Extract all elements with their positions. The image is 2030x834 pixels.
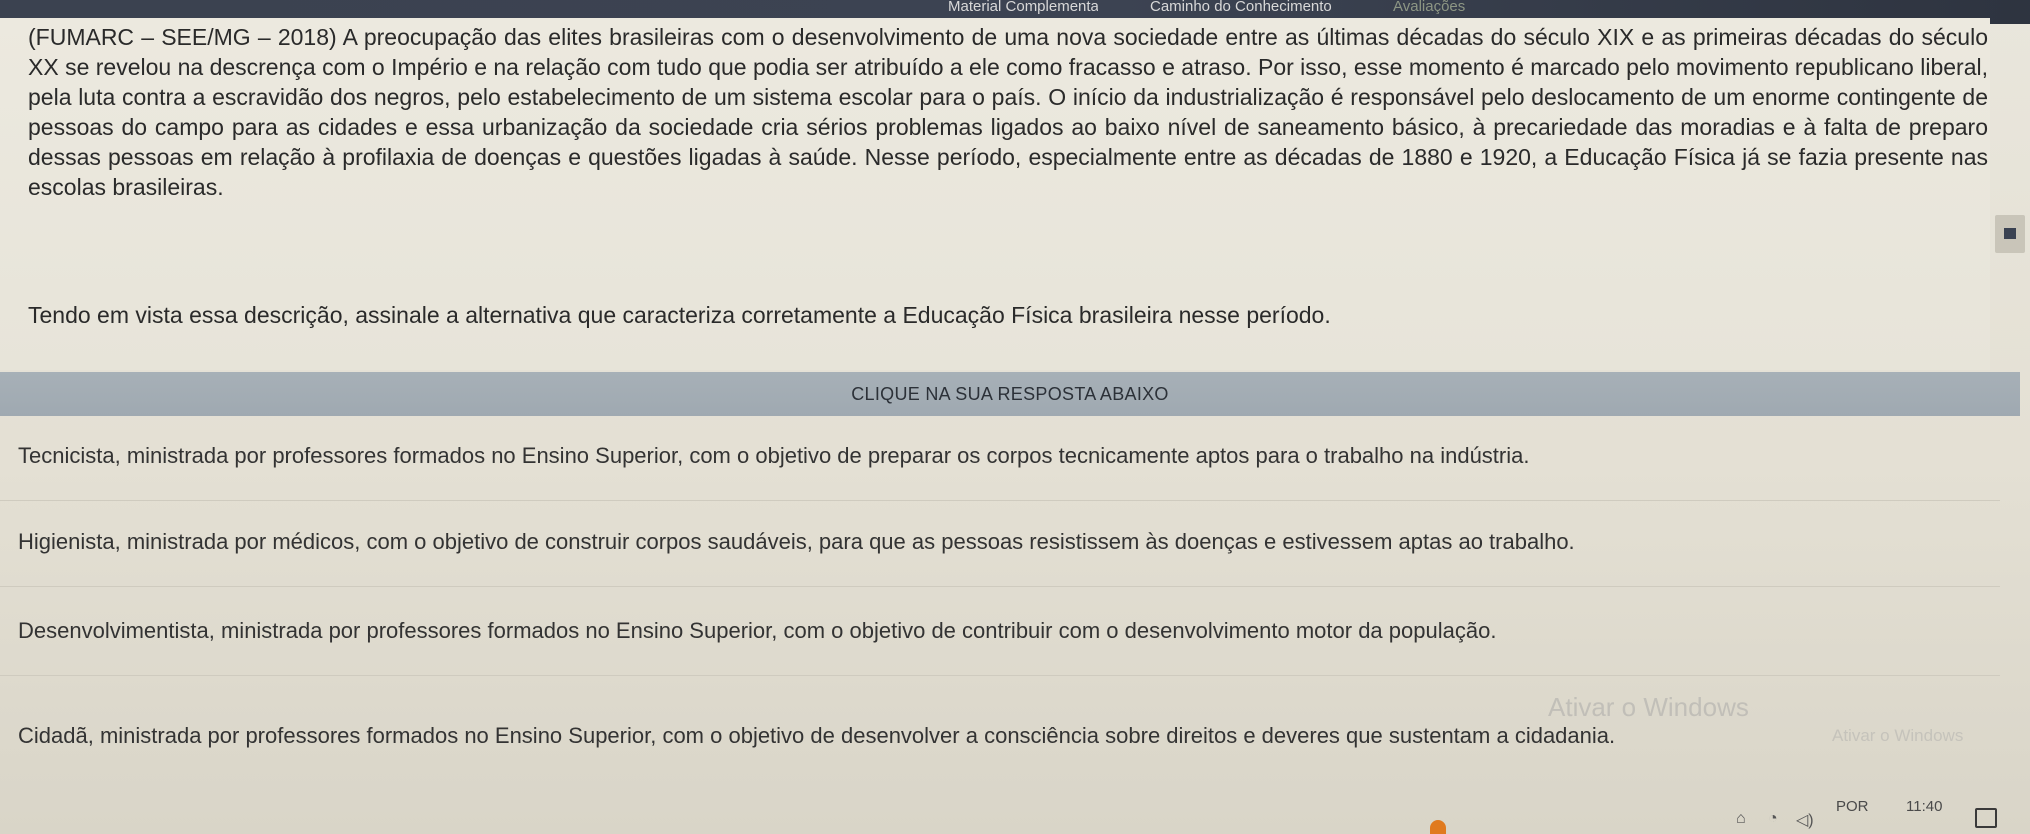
answer-option-2[interactable]: Higienista, ministrada por médicos, com … xyxy=(0,506,2000,587)
answer-option-1[interactable]: Tecnicista, ministrada por professores f… xyxy=(0,420,2000,501)
notification-icon[interactable] xyxy=(1975,808,1997,828)
side-panel-button[interactable] xyxy=(1995,215,2025,253)
nav-avaliacoes[interactable]: Avaliações xyxy=(1393,0,1465,18)
nav-caminho-do-conhecimento[interactable]: Caminho do Conhecimento xyxy=(1150,0,1332,18)
answer-header-label: CLIQUE NA SUA RESPOSTA ABAIXO xyxy=(851,384,1169,404)
square-icon xyxy=(2004,228,2016,239)
windows-activation-watermark: Ativar o Windows xyxy=(1548,692,1749,722)
answer-option-text: Tecnicista, ministrada por professores f… xyxy=(18,443,1530,468)
language-indicator[interactable]: POR xyxy=(1836,798,1869,815)
wifi-icon[interactable]: ◔ xyxy=(1768,810,1778,828)
answer-option-text: Cidadã, ministrada por professores forma… xyxy=(18,723,1616,748)
network-icon[interactable]: ⌂ xyxy=(1736,810,1746,828)
answer-option-text: Higienista, ministrada por médicos, com … xyxy=(18,529,1575,554)
answer-option-3[interactable]: Desenvolvimentista, ministrada por profe… xyxy=(0,595,2000,676)
windows-activation-watermark-small: Ativar o Windows xyxy=(1832,726,1964,745)
question-text: (FUMARC – SEE/MG – 2018) A preocupação d… xyxy=(28,24,1988,200)
page: Material Complementar Caminho do Conheci… xyxy=(0,0,2030,834)
taskbar-app-icon[interactable] xyxy=(1430,820,1446,834)
clock[interactable]: 11:40 xyxy=(1906,798,1942,815)
answer-option-text: Desenvolvimentista, ministrada por profe… xyxy=(18,618,1497,643)
nav-material-complementar[interactable]: Material Complementar xyxy=(948,0,1098,18)
question-panel: (FUMARC – SEE/MG – 2018) A preocupação d… xyxy=(0,18,1990,370)
volume-icon[interactable]: ◁) xyxy=(1796,810,1814,830)
question-prompt: Tendo em vista essa descrição, assinale … xyxy=(28,302,1331,328)
answer-header: CLIQUE NA SUA RESPOSTA ABAIXO xyxy=(0,372,2020,416)
